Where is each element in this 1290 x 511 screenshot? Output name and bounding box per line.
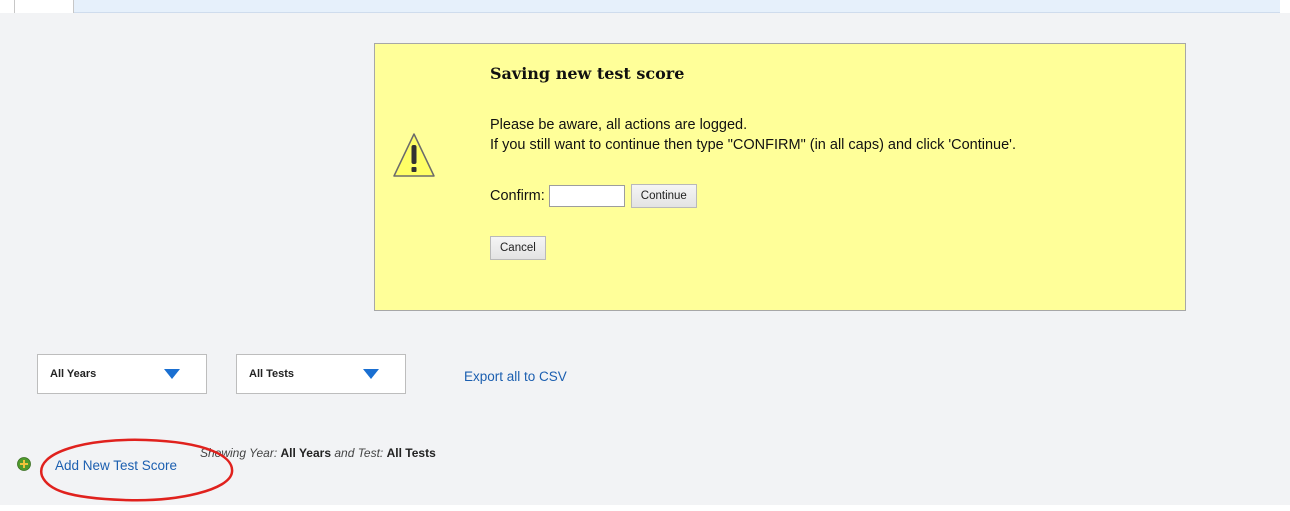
showing-year-label: Showing Year: xyxy=(200,446,278,460)
showing-test-value: All Tests xyxy=(386,446,436,460)
confirm-row: Confirm: Continue xyxy=(490,183,697,209)
confirm-label: Confirm: xyxy=(490,188,545,204)
chevron-down-icon xyxy=(363,369,379,379)
showing-year-value: All Years xyxy=(280,446,331,460)
year-select[interactable]: All Years xyxy=(37,354,207,394)
export-csv-link[interactable]: Export all to CSV xyxy=(464,369,567,384)
top-banner xyxy=(74,0,1280,13)
cancel-button[interactable]: Cancel xyxy=(490,236,546,260)
dialog-message-line: If you still want to continue then type … xyxy=(490,137,1016,153)
chevron-down-icon xyxy=(164,369,180,379)
add-icon[interactable] xyxy=(17,457,31,471)
test-select-value: All Tests xyxy=(249,368,295,380)
year-select-value: All Years xyxy=(50,368,97,380)
test-select[interactable]: All Tests xyxy=(236,354,406,394)
dialog-message-line: Please be aware, all actions are logged. xyxy=(490,117,748,133)
showing-test-label: and Test: xyxy=(334,446,384,460)
top-tab[interactable] xyxy=(14,0,74,13)
continue-button[interactable]: Continue xyxy=(630,184,697,208)
confirm-dialog: Saving new test score Please be aware, a… xyxy=(374,43,1186,311)
confirm-input[interactable] xyxy=(548,185,625,207)
dialog-title: Saving new test score xyxy=(490,64,685,83)
showing-filter-summary: Showing Year: All Years and Test: All Te… xyxy=(200,446,500,461)
add-test-score-link[interactable]: Add New Test Score xyxy=(55,458,177,473)
dialog-message: Please be aware, all actions are logged.… xyxy=(490,115,1016,155)
top-strip xyxy=(0,0,1290,13)
warning-icon xyxy=(393,133,435,177)
